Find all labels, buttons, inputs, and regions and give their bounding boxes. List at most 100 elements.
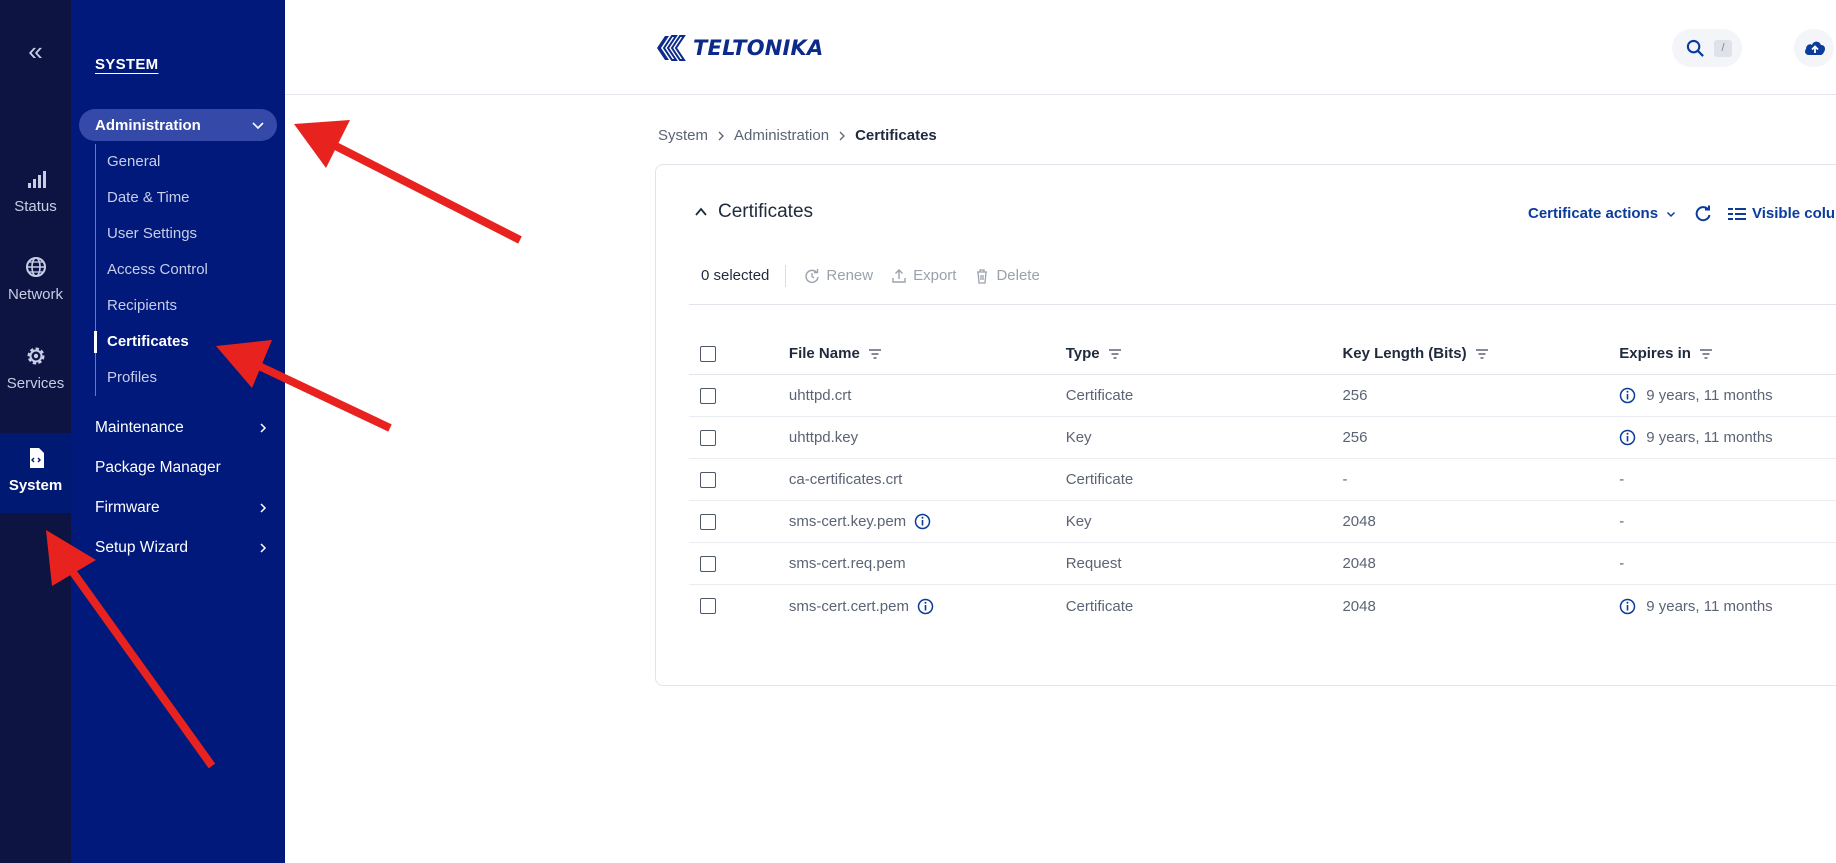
row-checkbox[interactable] <box>700 513 716 530</box>
info-icon[interactable] <box>1619 429 1636 446</box>
sidebar-item-access-control[interactable]: Access Control <box>96 252 275 288</box>
chevron-down-icon <box>1667 211 1676 217</box>
sidebar-item-administration[interactable]: Administration <box>79 109 277 141</box>
sidebar-item-certificates[interactable]: Certificates <box>94 324 275 360</box>
sidebar-item-user-settings[interactable]: User Settings <box>96 216 275 252</box>
renew-label: Renew <box>826 267 874 284</box>
certificates-card: Certificates Certificate actions Visible… <box>655 164 1836 686</box>
column-header-file-name[interactable]: File Name <box>789 345 860 362</box>
info-icon[interactable] <box>914 513 931 530</box>
renew-button[interactable]: Renew <box>804 267 873 284</box>
rail-item-status[interactable]: Status <box>0 166 71 244</box>
cell-type: Certificate <box>1065 597 1134 615</box>
column-header-key-length[interactable]: Key Length (Bits) <box>1342 345 1466 362</box>
visible-columns-button[interactable]: Visible colum <box>1728 205 1836 222</box>
rail-label-status: Status <box>14 198 57 215</box>
teltonika-logo[interactable]: TELTONIKA <box>655 32 823 64</box>
chevron-up-icon <box>695 207 707 216</box>
sidebar-item-firmware[interactable]: Firmware <box>95 493 275 523</box>
column-header-type[interactable]: Type <box>1066 345 1100 362</box>
refresh-icon[interactable] <box>1693 204 1713 224</box>
sidebar-item-profiles[interactable]: Profiles <box>96 360 275 396</box>
cell-key-length: 256 <box>1342 387 1368 404</box>
cell-expires-in: 9 years, 11 months <box>1646 387 1773 404</box>
row-checkbox[interactable] <box>700 387 716 404</box>
sidebar-item-maintenance[interactable]: Maintenance <box>95 413 275 443</box>
upload-button[interactable] <box>1794 29 1834 67</box>
card-collapse-toggle[interactable]: Certificates <box>694 201 813 223</box>
export-icon <box>892 268 906 283</box>
search-button[interactable]: / <box>1672 29 1742 67</box>
cell-key-length: 2048 <box>1342 513 1376 530</box>
rail-item-services[interactable]: Services <box>0 343 71 421</box>
sidebar-item-recipients[interactable]: Recipients <box>96 288 275 324</box>
column-header-expires-in[interactable]: Expires in <box>1619 345 1691 362</box>
sidebar-item-label: Administration <box>95 116 201 134</box>
breadcrumb-administration[interactable]: Administration <box>734 127 829 144</box>
gear-icon <box>27 347 44 365</box>
icon-rail: « Status Network Services System <box>0 0 71 863</box>
top-header: TELTONIKA / <box>285 0 1836 95</box>
cell-expires-in: - <box>1619 555 1625 572</box>
table-row[interactable]: uhttpd.key Key 256 9 years, 11 months <box>689 417 1836 459</box>
cell-type: Key <box>1065 513 1092 530</box>
globe-icon <box>25 257 46 277</box>
cell-file-name: uhttpd.key <box>788 429 859 446</box>
rail-item-network[interactable]: Network <box>0 254 71 332</box>
cell-file-name: uhttpd.crt <box>788 387 852 404</box>
sidebar-item-setup-wizard[interactable]: Setup Wizard <box>95 533 275 563</box>
row-checkbox[interactable] <box>700 429 716 446</box>
select-all-checkbox[interactable] <box>700 345 716 362</box>
sidebar: SYSTEM Administration General Date & Tim… <box>71 0 285 863</box>
rail-label-network: Network <box>7 286 63 303</box>
table-row[interactable]: sms-cert.req.pem Request 2048 - <box>689 543 1836 585</box>
table-row[interactable]: ca-certificates.crt Certificate - - <box>689 459 1836 501</box>
sidebar-item-date-time[interactable]: Date & Time <box>96 180 275 216</box>
cell-type: Request <box>1065 555 1122 572</box>
table-row[interactable]: uhttpd.crt Certificate 256 9 years, 11 m… <box>689 375 1836 417</box>
export-button[interactable]: Export <box>891 267 956 284</box>
info-icon[interactable] <box>1619 387 1636 404</box>
sidebar-item-general[interactable]: General <box>96 144 275 180</box>
collapse-menu-icon[interactable]: « <box>0 36 71 66</box>
cell-expires-in: 9 years, 11 months <box>1646 597 1773 615</box>
selected-count: 0 selected <box>689 264 787 287</box>
cell-key-length: 2048 <box>1342 555 1376 572</box>
filter-icon[interactable] <box>1699 348 1713 360</box>
file-code-icon <box>29 448 44 468</box>
administration-submenu: General Date & Time User Settings Access… <box>94 144 275 396</box>
filter-icon[interactable] <box>868 348 882 360</box>
chevron-right-icon <box>718 131 724 140</box>
cell-file-name: ca-certificates.crt <box>788 471 903 488</box>
filter-icon[interactable] <box>1108 348 1122 360</box>
table-header-row: File Name Type Key Length (Bits) Expires… <box>689 333 1836 375</box>
info-icon[interactable] <box>917 598 934 615</box>
rail-item-system[interactable]: System <box>0 433 71 513</box>
table-row[interactable]: sms-cert.key.pem Key 2048 - <box>689 501 1836 543</box>
row-checkbox[interactable] <box>700 598 716 614</box>
certificate-actions-dropdown[interactable]: Certificate actions <box>1528 205 1676 222</box>
table-row[interactable]: sms-cert.cert.pem Certificate 2048 9 yea… <box>689 585 1836 627</box>
visible-columns-label: Visible colum <box>1752 205 1836 222</box>
delete-label: Delete <box>996 267 1040 284</box>
cell-type: Key <box>1065 429 1092 446</box>
chevron-right-icon <box>260 503 267 513</box>
trash-icon <box>977 268 988 284</box>
info-icon[interactable] <box>1619 598 1636 615</box>
breadcrumb-system[interactable]: System <box>658 127 708 144</box>
sidebar-item-label: Maintenance <box>95 419 184 436</box>
cell-type: Certificate <box>1065 387 1134 404</box>
sidebar-section-title: SYSTEM <box>95 56 159 73</box>
cell-key-length: 256 <box>1342 429 1368 446</box>
cell-type: Certificate <box>1065 471 1134 488</box>
row-checkbox[interactable] <box>700 471 716 488</box>
logo-mark-icon <box>657 35 686 61</box>
search-shortcut-key: / <box>1714 40 1732 57</box>
filter-icon[interactable] <box>1475 348 1489 360</box>
certificate-actions-label: Certificate actions <box>1528 205 1659 222</box>
sidebar-item-package-manager[interactable]: Package Manager <box>95 453 275 483</box>
row-checkbox[interactable] <box>700 555 716 572</box>
breadcrumb: System Administration Certificates <box>658 127 937 144</box>
sidebar-item-label: Firmware <box>95 499 160 516</box>
delete-button[interactable]: Delete <box>974 267 1040 284</box>
